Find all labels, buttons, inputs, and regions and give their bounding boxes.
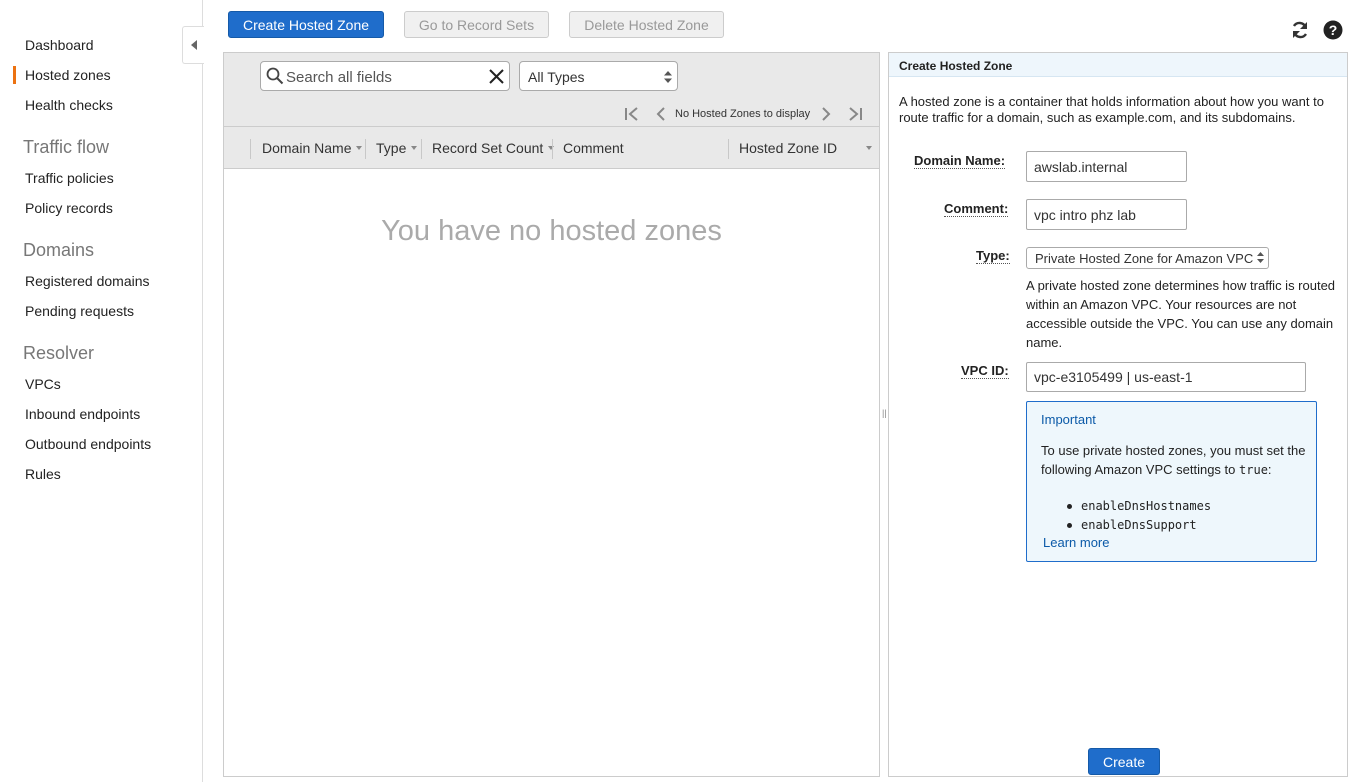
panel-resize-handle[interactable]: ||: [882, 408, 887, 418]
type-filter-value: All Types: [528, 69, 585, 85]
column-label: Record Set Count: [432, 140, 544, 156]
chevron-left-icon: [190, 40, 197, 50]
sidebar-item-pending-requests[interactable]: Pending requests: [25, 303, 134, 319]
zone-type-select[interactable]: Private Hosted Zone for Amazon VPC: [1026, 247, 1269, 269]
sidebar-item-hosted-zones[interactable]: Hosted zones: [13, 66, 111, 84]
important-title: Important: [1041, 412, 1096, 427]
important-notice: Important To use private hosted zones, y…: [1026, 401, 1317, 562]
sidebar-item-registered-domains[interactable]: Registered domains: [25, 273, 150, 289]
svg-text:?: ?: [1329, 22, 1338, 38]
column-divider: [250, 139, 251, 159]
zone-type-value: Private Hosted Zone for Amazon VPC: [1035, 251, 1254, 266]
search-input[interactable]: Search all fields: [286, 69, 392, 86]
list-item: enableDnsSupport: [1067, 516, 1211, 535]
sidebar-heading-traffic-flow: Traffic flow: [23, 137, 110, 157]
column-label: Hosted Zone ID: [739, 140, 838, 156]
sidebar-heading-domains: Domains: [23, 240, 95, 260]
type-label: Type:: [976, 248, 1010, 264]
create-hosted-zone-button[interactable]: Create Hosted Zone: [228, 11, 384, 38]
sidebar-heading-resolver: Resolver: [23, 343, 95, 363]
type-filter-select[interactable]: All Types: [519, 61, 678, 91]
zone-type-help: A private hosted zone determines how tra…: [1026, 278, 1336, 350]
learn-more-link[interactable]: Learn more: [1043, 535, 1109, 550]
column-domain-name[interactable]: Domain Name: [262, 127, 363, 169]
create-button[interactable]: Create: [1088, 748, 1160, 775]
sort-icon: [411, 146, 418, 150]
panel-title: Create Hosted Zone: [889, 53, 1347, 77]
clear-search-icon[interactable]: [489, 69, 504, 84]
column-label: Type: [376, 140, 407, 156]
sidebar-item-health-checks[interactable]: Health checks: [25, 97, 113, 113]
important-colon: :: [1267, 462, 1272, 477]
select-arrows-icon: [1257, 252, 1264, 263]
delete-hosted-zone-button[interactable]: Delete Hosted Zone: [569, 11, 724, 38]
vpc-id-input[interactable]: vpc-e3105499 | us-east-1: [1026, 362, 1306, 392]
column-record-set-count[interactable]: Record Set Count: [432, 127, 555, 169]
sort-icon: [356, 146, 363, 150]
refresh-icon[interactable]: [1290, 20, 1310, 40]
sidebar-item-inbound-endpoints[interactable]: Inbound endpoints: [25, 406, 140, 422]
column-comment[interactable]: Comment: [563, 127, 624, 169]
first-page-icon[interactable]: [624, 106, 640, 122]
column-divider: [421, 139, 422, 159]
list-toolbar: Search all fields All Types No Hosted Zo…: [224, 53, 879, 127]
comment-label: Comment:: [944, 201, 1009, 217]
hosted-zones-list-panel: Search all fields All Types No Hosted Zo…: [223, 52, 880, 777]
sidebar-item-dashboard[interactable]: Dashboard: [25, 37, 94, 53]
create-hosted-zone-panel: Create Hosted Zone A hosted zone is a co…: [888, 52, 1348, 777]
pager-status: No Hosted Zones to display: [675, 108, 811, 120]
sidebar-item-rules[interactable]: Rules: [25, 466, 61, 482]
column-hosted-zone-id[interactable]: Hosted Zone ID: [739, 127, 837, 169]
important-body: To use private hosted zones, you must se…: [1041, 441, 1309, 480]
column-type[interactable]: Type: [376, 127, 418, 169]
domain-name-label: Domain Name:: [914, 153, 1006, 169]
collapse-sidebar-button[interactable]: [182, 26, 204, 64]
important-true-value: true: [1239, 463, 1268, 477]
column-menu-icon[interactable]: [866, 146, 872, 150]
list-item: enableDnsHostnames: [1067, 497, 1211, 516]
next-page-icon[interactable]: [819, 106, 833, 122]
empty-state-message: You have no hosted zones: [381, 215, 722, 247]
domain-name-input[interactable]: awslab.internal: [1026, 151, 1187, 182]
column-divider: [552, 139, 553, 159]
column-divider: [365, 139, 366, 159]
column-divider: [728, 139, 729, 159]
vpc-id-label: VPC ID:: [961, 363, 1009, 379]
column-label: Comment: [563, 140, 624, 156]
search-icon: [266, 67, 284, 85]
last-page-icon[interactable]: [847, 106, 863, 122]
sidebar-item-outbound-endpoints[interactable]: Outbound endpoints: [25, 436, 151, 452]
search-field[interactable]: Search all fields: [260, 61, 510, 91]
panel-intro-text: A hosted zone is a container that holds …: [899, 94, 1324, 125]
sidebar: Dashboard Hosted zones Health checks Tra…: [0, 0, 204, 782]
go-to-record-sets-button[interactable]: Go to Record Sets: [404, 11, 549, 38]
vpc-settings-list: enableDnsHostnames enableDnsSupport: [1067, 497, 1211, 535]
table-header: Domain Name Type Record Set Count Commen…: [224, 127, 879, 169]
previous-page-icon[interactable]: [654, 106, 668, 122]
help-icon[interactable]: ?: [1323, 20, 1343, 40]
select-arrows-icon: [664, 71, 672, 83]
column-label: Domain Name: [262, 140, 352, 156]
comment-input[interactable]: vpc intro phz lab: [1026, 199, 1187, 230]
sidebar-item-policy-records[interactable]: Policy records: [25, 200, 113, 216]
sidebar-item-vpcs[interactable]: VPCs: [25, 376, 61, 392]
sidebar-item-traffic-policies[interactable]: Traffic policies: [25, 170, 114, 186]
